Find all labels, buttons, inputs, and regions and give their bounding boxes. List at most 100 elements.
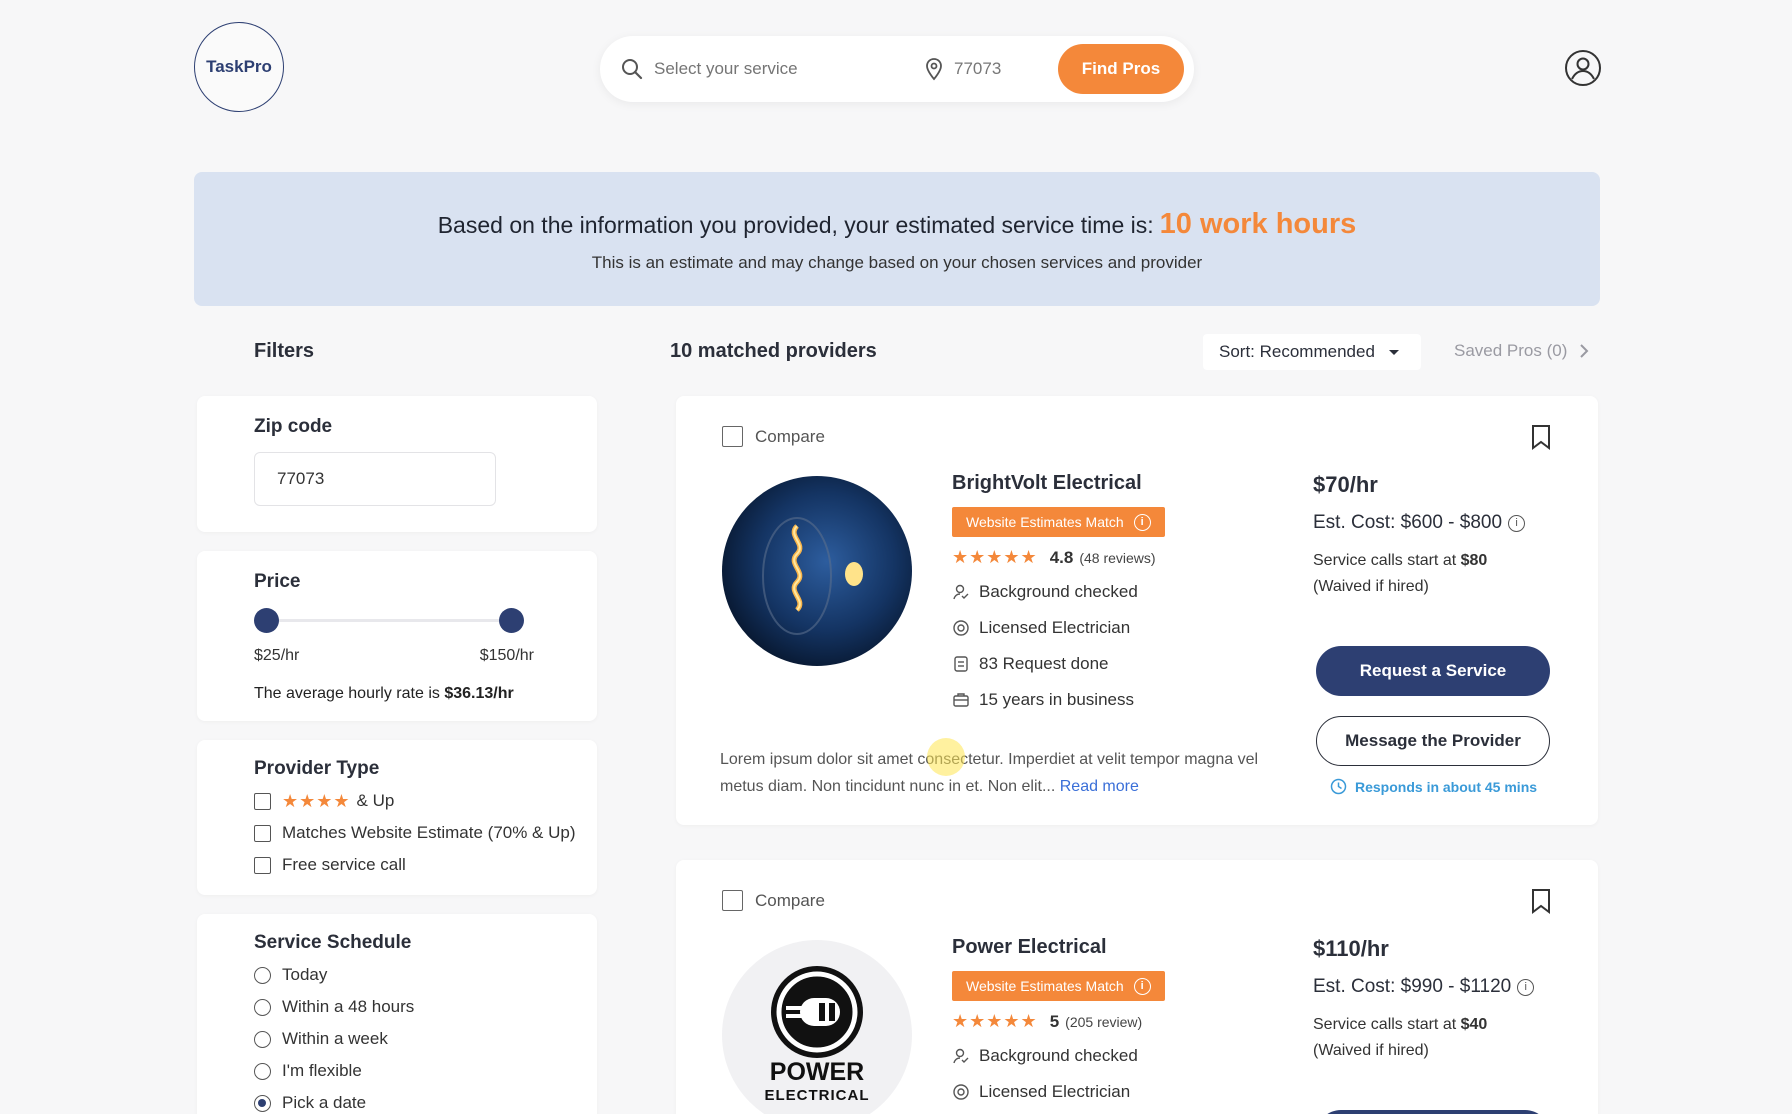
schedule-label: Service Schedule: [254, 932, 412, 953]
checkbox[interactable]: [254, 824, 271, 842]
schedule-48-hours[interactable]: Within a 48 hours: [254, 996, 597, 1018]
info-icon[interactable]: i: [1517, 978, 1535, 996]
hourly-rate: $70/hr: [1313, 472, 1378, 497]
info-icon[interactable]: i: [1133, 513, 1151, 531]
price-max-label: $150/hr: [479, 647, 534, 664]
briefcase-icon: [953, 693, 969, 707]
estimate-main-text: Based on the information you provided, y…: [437, 208, 1357, 240]
price-label: Price: [254, 571, 301, 592]
caret-down-icon: [1388, 349, 1399, 355]
provider-type-card: Provider Type ★★★★ & Up Matches Website …: [197, 740, 597, 895]
estimate-hours: 10 work hours: [1159, 208, 1357, 240]
radio[interactable]: [254, 1062, 271, 1080]
service-call-info: Service calls start at $80 (Waived if hir…: [1313, 552, 1488, 595]
star-rating-icon: ★★★★★: [952, 547, 1038, 567]
provider-rating: ★★★★★ 4.8 (48 reviews): [952, 547, 1156, 567]
search-bar: Find Pros: [600, 36, 1194, 102]
zip-label: Zip code: [254, 416, 333, 437]
price-filter-card: Price $25/hr $150/hr The average hourly …: [197, 551, 597, 721]
feature-licensed: Licensed Electrician: [952, 1080, 1292, 1104]
provider-card: Compare POWER ELECTRICAL Power Electrica…: [676, 860, 1598, 1114]
service-schedule-card: Service Schedule Today Within a 48 hours…: [197, 914, 597, 1114]
matched-providers-count: 10 matched providers: [670, 340, 877, 362]
feature-years-business: 15 years in business: [952, 688, 1292, 712]
clipboard-icon: [954, 656, 968, 672]
provider-type-label: Provider Type: [254, 758, 380, 779]
estimate-banner: Based on the information you provided, y…: [194, 172, 1600, 306]
compare-checkbox[interactable]: Compare: [722, 890, 825, 911]
feature-licensed: Licensed Electrician: [952, 616, 1292, 640]
average-rate-value: $36.13/hr: [444, 685, 514, 702]
provider-pricing: $110/hr Est. Cost: $990 - $1120 i Service…: [1313, 936, 1573, 1064]
read-more-link[interactable]: Read more: [1060, 778, 1139, 795]
zip-search-input[interactable]: [954, 59, 1054, 79]
logo-text-line2: ELECTRICAL: [765, 1087, 870, 1104]
license-badge-icon: [953, 1084, 969, 1100]
schedule-week[interactable]: Within a week: [254, 1028, 597, 1050]
zip-filter-card: Zip code: [197, 396, 597, 532]
radio[interactable]: [254, 998, 271, 1016]
search-icon: [622, 59, 643, 80]
slider-max-handle[interactable]: [499, 608, 524, 633]
location-pin-icon: [926, 58, 942, 81]
slider-min-handle[interactable]: [254, 608, 279, 633]
logo-text-line1: POWER: [770, 1058, 864, 1086]
filter-free-service-call[interactable]: Free service call: [254, 854, 597, 876]
checkbox[interactable]: [254, 792, 271, 810]
radio[interactable]: [254, 966, 271, 984]
user-check-icon: [953, 584, 969, 600]
checkbox[interactable]: [254, 856, 271, 874]
cursor-highlight: [927, 738, 965, 776]
service-search-input[interactable]: [654, 59, 904, 79]
provider-name[interactable]: BrightVolt Electrical: [952, 472, 1292, 495]
star-rating-icon: ★★★★: [282, 790, 351, 811]
chevron-right-icon: [1580, 344, 1589, 358]
schedule-flexible[interactable]: I'm flexible: [254, 1060, 597, 1082]
hourly-rate: $110/hr: [1313, 936, 1389, 961]
request-service-button-partial[interactable]: [1316, 1110, 1550, 1114]
estimate-match-badge: Website Estimates Match i: [952, 507, 1165, 537]
estimate-match-badge: Website Estimates Match i: [952, 971, 1165, 1001]
price-range-slider[interactable]: [254, 607, 524, 633]
response-time: Responds in about 45 mins: [1330, 778, 1537, 795]
bookmark-icon[interactable]: [1530, 888, 1552, 914]
provider-card: Compare BrightVolt Electrical Website Es…: [676, 396, 1598, 825]
provider-name[interactable]: Power Electrical: [952, 936, 1292, 959]
feature-background-checked: Background checked: [952, 1044, 1292, 1068]
compare-checkbox[interactable]: Compare: [722, 426, 825, 447]
radio[interactable]: [254, 1030, 271, 1048]
provider-photo: [722, 476, 912, 666]
find-pros-button[interactable]: Find Pros: [1058, 44, 1184, 94]
filter-four-stars[interactable]: ★★★★ & Up: [254, 790, 597, 812]
estimated-cost: Est. Cost: $600 - $800 i: [1313, 512, 1573, 534]
provider-description: Lorem ipsum dolor sit amet consectetur. …: [720, 751, 1259, 795]
schedule-pick-date[interactable]: Pick a date: [254, 1092, 597, 1114]
feature-background-checked: Background checked: [952, 580, 1292, 604]
radio-selected[interactable]: [254, 1094, 271, 1112]
sort-dropdown[interactable]: Sort: Recommended: [1203, 334, 1421, 370]
provider-rating: ★★★★★ 5 (205 review): [952, 1011, 1143, 1031]
star-rating-icon: ★★★★★: [952, 1011, 1038, 1031]
info-icon[interactable]: i: [1508, 514, 1526, 532]
user-account-icon[interactable]: [1564, 49, 1602, 87]
filter-website-estimate[interactable]: Matches Website Estimate (70% & Up): [254, 822, 597, 844]
zip-code-input[interactable]: [254, 452, 496, 506]
schedule-today[interactable]: Today: [254, 964, 597, 986]
service-call-info: Service calls start at $40 (Waived if hir…: [1313, 1016, 1488, 1059]
provider-pricing: $70/hr Est. Cost: $600 - $800 i Service c…: [1313, 472, 1573, 600]
user-check-icon: [953, 1048, 969, 1064]
taskpro-logo[interactable]: TaskPro: [194, 22, 284, 112]
average-rate-text: The average hourly rate is $36.13/hr: [254, 685, 514, 702]
estimate-subtext: This is an estimate and may change based…: [591, 253, 1203, 272]
bookmark-icon[interactable]: [1530, 424, 1552, 450]
saved-pros-link[interactable]: Saved Pros (0): [1454, 341, 1593, 361]
estimated-cost: Est. Cost: $990 - $1120 i: [1313, 976, 1573, 998]
message-provider-button[interactable]: Message the Provider: [1316, 716, 1550, 766]
request-service-button[interactable]: Request a Service: [1316, 646, 1550, 696]
license-badge-icon: [953, 620, 969, 636]
filters-title: Filters: [254, 340, 315, 362]
price-min-label: $25/hr: [254, 647, 300, 664]
info-icon[interactable]: i: [1133, 977, 1151, 995]
slider-track: [266, 619, 512, 622]
clock-icon: [1330, 778, 1347, 795]
